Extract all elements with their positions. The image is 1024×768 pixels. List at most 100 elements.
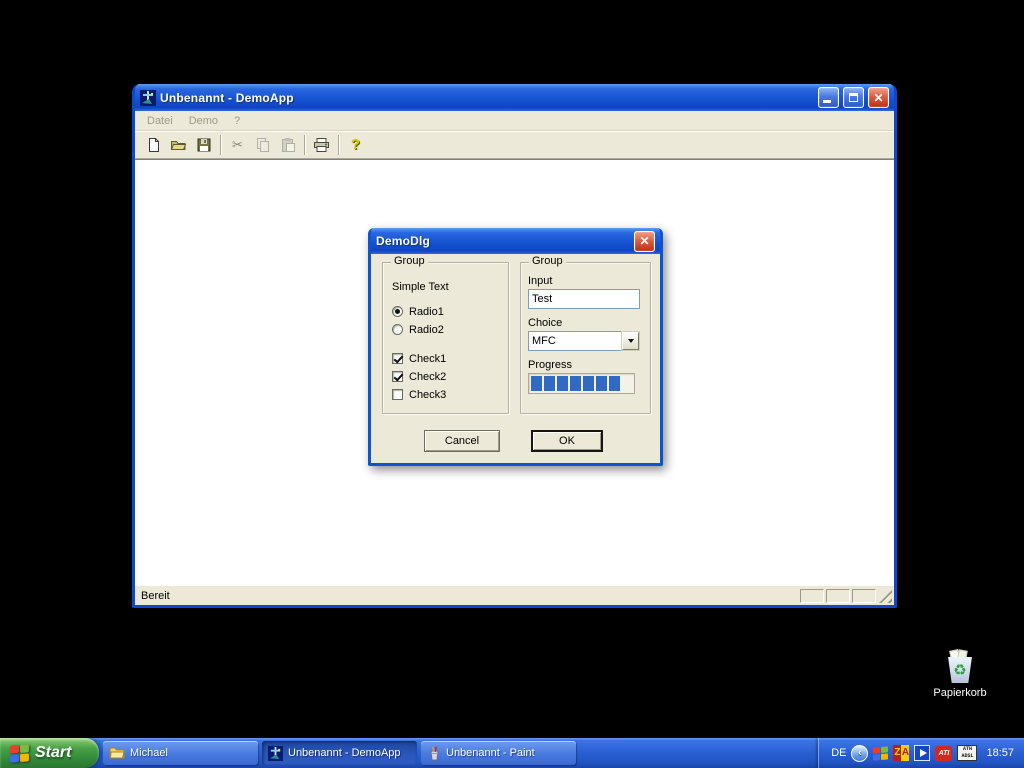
checkbox-icon[interactable] (392, 353, 403, 364)
progress-label: Progress (528, 359, 650, 371)
simple-text-label: Simple Text (392, 281, 508, 293)
choice-label: Choice (528, 317, 650, 329)
recycle-bin-label: Papierkorb (924, 687, 996, 699)
combo-dropdown-button[interactable] (622, 332, 639, 350)
open-folder-button[interactable] (166, 133, 191, 156)
chevron-down-icon (628, 339, 634, 343)
paste-button[interactable] (275, 133, 300, 156)
check2-label: Check2 (409, 371, 446, 383)
radio-icon[interactable] (392, 306, 403, 317)
close-icon: ✕ (873, 92, 883, 104)
input-label: Input (528, 275, 650, 287)
status-pane (800, 589, 824, 603)
radio2-option[interactable]: Radio2 (392, 323, 508, 336)
media-player-icon[interactable] (914, 745, 930, 761)
radio1-label: Radio1 (409, 306, 444, 318)
radio-icon[interactable] (392, 324, 403, 335)
left-group-label: Group (391, 255, 428, 267)
start-button[interactable]: Start (0, 738, 99, 768)
demodlg-dialog: DemoDlg ✕ Group Simple Text Radio1 Radio… (368, 228, 663, 466)
check1-label: Check1 (409, 353, 446, 365)
dialog-titlebar[interactable]: DemoDlg ✕ (371, 228, 660, 254)
toolbar-separator (220, 135, 221, 155)
language-indicator[interactable]: DE (831, 747, 846, 759)
maximize-icon (849, 93, 858, 102)
menu-datei[interactable]: Datei (139, 113, 181, 129)
window-title: Unbenannt - DemoApp (160, 91, 814, 105)
maximize-button[interactable] (843, 87, 864, 108)
status-bar: Bereit (135, 585, 894, 605)
check1-option[interactable]: Check1 (392, 352, 508, 365)
help-button[interactable]: ? (343, 133, 368, 156)
copy-button[interactable] (250, 133, 275, 156)
menu-demo[interactable]: Demo (181, 113, 226, 129)
status-text: Bereit (141, 590, 170, 602)
right-groupbox: Group Input Choice MFC Progress (520, 262, 651, 414)
help-icon: ? (351, 136, 360, 153)
minimize-icon (823, 100, 831, 103)
checkbox-icon[interactable] (392, 371, 403, 382)
checkbox-icon[interactable] (392, 389, 403, 400)
demoapp-icon (140, 90, 156, 106)
windows-logo-icon (10, 744, 29, 762)
menu-help[interactable]: ? (226, 113, 248, 129)
check3-option[interactable]: Check3 (392, 388, 508, 401)
task-label: Michael (130, 747, 168, 759)
task-label: Unbenannt - Paint (446, 747, 535, 759)
open-folder-icon (170, 137, 187, 153)
resize-grip[interactable] (879, 590, 892, 603)
hide-icons-chevron[interactable]: ‹ (851, 745, 868, 762)
dialog-body: Group Simple Text Radio1 Radio2 Check1 (371, 254, 660, 463)
window-titlebar[interactable]: Unbenannt - DemoApp ✕ (135, 84, 894, 111)
windows-logo-icon[interactable] (873, 746, 888, 760)
minimize-button[interactable] (818, 87, 839, 108)
save-button[interactable] (191, 133, 216, 156)
recycle-arrows-icon: ♻ (953, 663, 966, 678)
new-document-button[interactable] (141, 133, 166, 156)
left-groupbox: Group Simple Text Radio1 Radio2 Check1 (382, 262, 509, 414)
task-label: Unbenannt - DemoApp (288, 747, 401, 759)
adsl-text-line2: ADSL (958, 753, 976, 760)
cut-button[interactable]: ✂ (225, 133, 250, 156)
paint-icon (427, 746, 441, 761)
dialog-close-button[interactable]: ✕ (634, 231, 655, 252)
status-pane (826, 589, 850, 603)
radio1-option[interactable]: Radio1 (392, 305, 508, 318)
cancel-button[interactable]: Cancel (424, 430, 500, 452)
recycle-bin-icon[interactable]: ♻ (943, 650, 977, 684)
ati-icon[interactable]: ATI (935, 746, 952, 761)
progress-bar (528, 373, 635, 394)
choice-value: MFC (529, 335, 622, 347)
check3-label: Check3 (409, 389, 446, 401)
recycle-bin-desktop-icon[interactable]: ♻ Papierkorb (924, 650, 996, 699)
cut-icon: ✂ (232, 137, 243, 153)
adsl-monitor-icon[interactable]: ATH ADSL (957, 745, 977, 761)
radio2-label: Radio2 (409, 324, 444, 336)
status-panes (800, 589, 876, 603)
taskbar-item-demoapp[interactable]: Unbenannt - DemoApp (262, 741, 417, 765)
taskbar-item-paint[interactable]: Unbenannt - Paint (421, 741, 576, 765)
play-icon (920, 749, 927, 757)
toolbar-separator (304, 135, 305, 155)
system-tray: DE ‹ Z A ATI ATH ADSL 18:57 (818, 738, 1024, 768)
paste-icon (280, 137, 296, 153)
demoapp-icon (268, 746, 283, 761)
toolbar: ✂ ? (135, 131, 894, 159)
taskbar: Start Michael Unbenannt - DemoApp Unbena… (0, 738, 1024, 768)
check2-option[interactable]: Check2 (392, 370, 508, 383)
taskbar-item-michael[interactable]: Michael (103, 741, 258, 765)
status-pane (852, 589, 876, 603)
folder-icon (109, 746, 125, 760)
close-button[interactable]: ✕ (868, 87, 889, 108)
print-icon (313, 137, 330, 153)
input-field[interactable] (528, 289, 640, 309)
toolbar-separator (338, 135, 339, 155)
recycle-basket: ♻ (947, 657, 973, 683)
print-button[interactable] (309, 133, 334, 156)
clock[interactable]: 18:57 (986, 747, 1014, 759)
start-label: Start (35, 744, 71, 762)
ok-button[interactable]: OK (531, 430, 603, 452)
zonealarm-icon[interactable]: Z A (893, 745, 909, 761)
choice-combobox[interactable]: MFC (528, 331, 640, 351)
adsl-text-line1: ATH (958, 746, 976, 753)
